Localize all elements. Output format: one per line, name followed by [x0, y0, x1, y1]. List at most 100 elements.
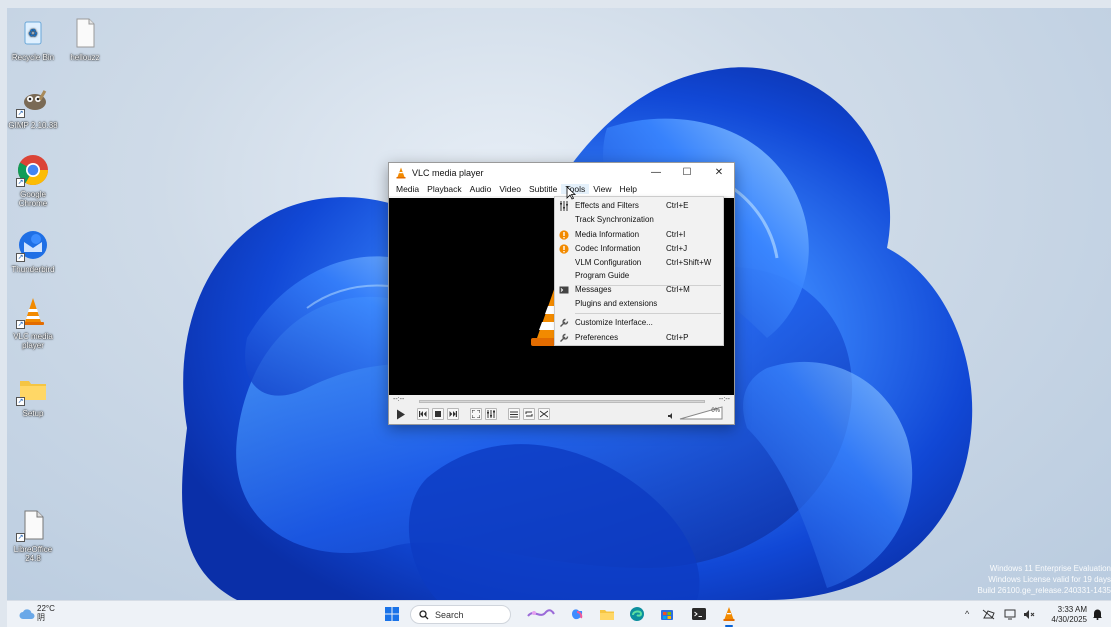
info-icon [559, 244, 569, 254]
menu-video[interactable]: Video [495, 184, 525, 194]
tools-menu: Effects and Filters Ctrl+E Track Synchro… [554, 196, 724, 346]
menu-item-track-synchronization[interactable]: Track Synchronization [555, 213, 723, 227]
weather-widget[interactable]: 22°C 阴 [37, 604, 55, 622]
clock-time: 3:33 AM [1057, 605, 1087, 614]
menu-item-shortcut: Ctrl+Shift+W [666, 258, 712, 267]
mouse-cursor-icon [566, 186, 576, 200]
windows-start-icon[interactable] [384, 606, 400, 622]
menu-audio[interactable]: Audio [466, 184, 496, 194]
menu-item-vlm-configuration[interactable]: VLM Configuration Ctrl+Shift+W [555, 256, 723, 270]
shortcut-arrow-icon: ↗ [16, 178, 25, 187]
menu-view[interactable]: View [589, 184, 615, 194]
weather-cloud-icon[interactable] [19, 608, 35, 620]
previous-button[interactable] [417, 408, 429, 420]
loop-icon [525, 411, 533, 417]
terminal-icon [559, 285, 569, 295]
chrome-icon: ↗ [16, 153, 50, 187]
menu-playback[interactable]: Playback [423, 184, 466, 194]
menu-media[interactable]: Media [392, 184, 423, 194]
maximize-button[interactable]: ☐ [672, 163, 702, 182]
menu-item-label: Codec Information [575, 244, 641, 253]
menu-item-customize-interface[interactable]: Customize Interface... [555, 316, 723, 330]
menu-item-label: Effects and Filters [575, 201, 639, 210]
minimize-button[interactable]: — [641, 163, 671, 182]
wrench-icon [559, 333, 569, 343]
menu-item-label: Customize Interface... [575, 318, 653, 327]
vlc-cone-icon [396, 167, 406, 178]
info-icon [559, 230, 569, 240]
loop-button[interactable] [523, 408, 535, 420]
weather-temperature: 22°C [37, 604, 55, 613]
desktop-icon-thunderbird[interactable]: ↗ Thunderbird [7, 228, 59, 274]
taskbar-search-box[interactable]: Search [410, 605, 511, 624]
weather-condition: 阴 [37, 613, 45, 622]
menu-item-shortcut: Ctrl+I [666, 230, 686, 239]
menu-help[interactable]: Help [615, 184, 640, 194]
notification-bell-icon[interactable] [1092, 608, 1103, 620]
fullscreen-icon [472, 410, 480, 418]
menu-item-plugins-and-extensions[interactable]: Plugins and extensions [555, 297, 723, 311]
desktop-icon-setup[interactable]: ↗ Setup [7, 372, 59, 418]
desktop-icon-label: VLC media player [13, 332, 53, 350]
desktop-icon-libreoffice[interactable]: ↗ LibreOffice 24.8 [7, 508, 59, 563]
vlc-titlebar[interactable]: VLC media player — ☐ ✕ [389, 163, 734, 182]
network-icon[interactable] [982, 609, 995, 620]
desktop-icon-label: Thunderbird [11, 265, 55, 274]
widgets-icon[interactable] [526, 606, 556, 622]
thunderbird-icon: ↗ [16, 228, 50, 262]
equalizer-icon [487, 410, 495, 418]
desktop-icon-recycle-bin[interactable]: ♻ Recycle Bin [7, 16, 59, 62]
menu-item-label: Messages [575, 285, 612, 294]
shortcut-arrow-icon: ↗ [16, 253, 25, 262]
menu-item-preferences[interactable]: Preferences Ctrl+P [555, 331, 723, 345]
next-icon [449, 411, 457, 417]
extended-settings-button[interactable] [485, 408, 497, 420]
menu-subtitle[interactable]: Subtitle [525, 184, 561, 194]
file-explorer-icon[interactable] [599, 606, 615, 622]
desktop-icon-gimp[interactable]: ↗ GIMP 2.10.38 [7, 84, 59, 130]
terminal-icon[interactable] [691, 606, 707, 622]
playlist-button[interactable] [508, 408, 520, 420]
window-title: VLC media player [412, 167, 484, 178]
next-button[interactable] [447, 408, 459, 420]
stop-button[interactable] [432, 408, 444, 420]
menu-item-media-information[interactable]: Media Information Ctrl+I [555, 228, 723, 242]
microsoft-store-icon[interactable] [659, 606, 675, 622]
shortcut-arrow-icon: ↗ [16, 320, 25, 329]
vlc-cone-icon: ↗ [16, 295, 50, 329]
taskbar-clock[interactable]: 3:33 AM 4/30/2025 [1051, 605, 1087, 625]
tray-overflow-chevron-icon[interactable]: ^ [965, 609, 969, 619]
fullscreen-button[interactable] [470, 408, 482, 420]
display-icon[interactable] [1004, 609, 1016, 620]
speaker-icon [668, 413, 672, 419]
volume-percent: 0% [711, 408, 720, 414]
shuffle-button[interactable] [538, 408, 550, 420]
desktop-icon-vlc[interactable]: ↗ VLC media player [7, 295, 59, 350]
menu-item-effects-and-filters[interactable]: Effects and Filters Ctrl+E [555, 199, 723, 213]
desktop-icon-label: Setup [22, 409, 44, 418]
vlc-taskbar-icon[interactable] [721, 606, 737, 622]
desktop-icon-label: hellouzz [70, 53, 100, 62]
copilot-icon[interactable] [569, 606, 585, 622]
close-button[interactable]: ✕ [704, 163, 734, 182]
play-button[interactable] [394, 408, 408, 421]
menu-item-messages[interactable]: Messages Ctrl+M [555, 283, 723, 297]
seek-bar[interactable] [419, 400, 705, 403]
desktop-icon-label: Google Chrome [18, 190, 48, 208]
menu-separator [575, 313, 721, 314]
file-icon [68, 16, 102, 50]
desktop-icon-label: GIMP 2.10.38 [8, 121, 58, 130]
time-elapsed: --:-- [393, 396, 405, 403]
volume-muted-icon[interactable] [1023, 609, 1035, 620]
menu-item-codec-information[interactable]: Codec Information Ctrl+J [555, 242, 723, 256]
shortcut-arrow-icon: ↗ [16, 533, 25, 542]
menu-item-label: Preferences [575, 333, 619, 342]
gimp-icon: ↗ [16, 84, 50, 118]
edge-browser-icon[interactable] [629, 606, 645, 622]
stop-icon [435, 411, 441, 417]
desktop-icon-hellouzz[interactable]: hellouzz [59, 16, 111, 62]
desktop-icon-google-chrome[interactable]: ↗ Google Chrome [7, 153, 59, 208]
watermark-line: Windows 11 Enterprise Evaluation [989, 564, 1111, 573]
play-icon [397, 409, 405, 420]
menu-item-program-guide[interactable]: Program Guide [555, 269, 723, 283]
